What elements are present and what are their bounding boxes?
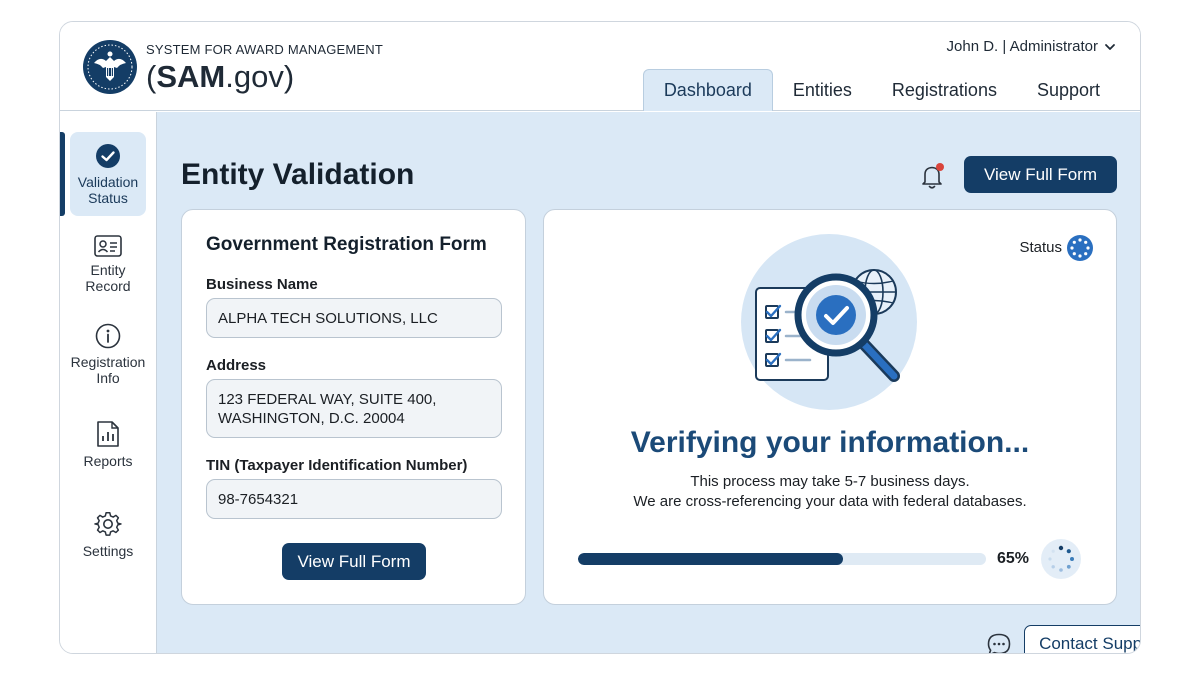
progress-bar	[578, 553, 986, 565]
progress-fill	[578, 553, 844, 565]
business-name-field[interactable]: ALPHA TECH SOLUTIONS, LLC	[206, 298, 502, 338]
sidebar-item-label: Registration Info	[70, 353, 146, 386]
address-line-1: 123 FEDERAL WAY, SUITE 400,	[218, 390, 437, 408]
view-full-form-button[interactable]: View Full Form	[282, 543, 426, 580]
verification-illustration	[741, 234, 917, 410]
sidebar-item-label: Entity Record	[85, 261, 131, 294]
chevron-down-icon	[1105, 43, 1115, 50]
tab-support[interactable]: Support	[1017, 69, 1120, 111]
form-title: Government Registration Form	[206, 234, 487, 255]
address-label: Address	[206, 357, 267, 374]
id-card-icon	[94, 234, 122, 257]
address-line-2: WASHINGTON, D.C. 20004	[218, 409, 405, 427]
verification-status-card: Status Verifying your information... Thi…	[543, 209, 1117, 605]
sidebar-item-label: Reports	[83, 452, 133, 469]
brand-sam: SAM	[156, 59, 226, 94]
app-window: SYSTEM FOR AWARD MANAGEMENT (SAM.gov) Jo…	[59, 21, 1141, 654]
sidebar-item-reports[interactable]: Reports	[70, 402, 146, 486]
main-content: Entity Validation View Full Form Governm…	[157, 112, 1140, 653]
tab-dashboard[interactable]: Dashboard	[642, 69, 773, 111]
brand-gov: .gov)	[225, 59, 295, 94]
tab-registrations[interactable]: Registrations	[872, 69, 1017, 111]
chat-bubble-icon[interactable]	[986, 632, 1012, 654]
sidebar: Validation Status Entity Record Registrati…	[60, 112, 157, 653]
verification-description: This process may take 5-7 business days.…	[544, 472, 1116, 512]
business-name-label: Business Name	[206, 276, 318, 293]
page-title: Entity Validation	[181, 158, 415, 191]
contact-support-button[interactable]: Contact Support	[1024, 625, 1140, 653]
registration-form-card: Government Registration Form Business Na…	[181, 209, 526, 605]
address-field[interactable]: 123 FEDERAL WAY, SUITE 400, WASHINGTON, …	[206, 379, 502, 438]
brand-subtitle: SYSTEM FOR AWARD MANAGEMENT	[146, 42, 384, 57]
sidebar-item-settings[interactable]: Settings	[70, 492, 146, 576]
verification-headline: Verifying your information...	[630, 426, 1030, 459]
user-label: John D. | Administrator	[946, 38, 1098, 55]
verification-line-1: This process may take 5-7 business days.	[690, 473, 970, 490]
tin-label: TIN (Taxpayer Identification Number)	[206, 457, 468, 474]
brand-open-paren: (	[146, 59, 157, 94]
loading-spinner-icon	[1041, 539, 1081, 579]
brand-logo-text[interactable]: (SAM.gov)	[146, 58, 294, 96]
tin-field[interactable]: 98-7654321	[206, 479, 502, 519]
notification-bell-icon[interactable]	[920, 162, 946, 190]
sidebar-item-validation-status[interactable]: Validation Status	[70, 132, 146, 216]
sidebar-item-entity-record[interactable]: Entity Record	[70, 222, 146, 306]
eagle-seal-icon	[83, 40, 137, 94]
status-label: Status	[1019, 239, 1062, 256]
sidebar-item-label: Settings	[82, 542, 134, 559]
active-indicator	[60, 132, 65, 216]
progress-percent: 65%	[997, 550, 1030, 567]
status-spinner-icon[interactable]	[1066, 234, 1094, 262]
gear-icon	[94, 511, 122, 536]
tab-entities[interactable]: Entities	[773, 69, 872, 111]
check-circle-icon	[96, 143, 120, 168]
sidebar-item-registration-info[interactable]: Registration Info	[70, 312, 146, 396]
info-icon	[95, 323, 121, 348]
view-full-form-button-top[interactable]: View Full Form	[964, 156, 1117, 193]
header: SYSTEM FOR AWARD MANAGEMENT (SAM.gov) Jo…	[60, 22, 1140, 111]
main-nav: Dashboard Entities Registrations Support	[642, 69, 1120, 111]
user-menu[interactable]: John D. | Administrator	[947, 38, 1116, 55]
verification-line-2: We are cross-referencing your data with …	[633, 493, 1027, 510]
sidebar-item-label: Validation Status	[77, 173, 139, 206]
report-icon	[97, 420, 119, 447]
